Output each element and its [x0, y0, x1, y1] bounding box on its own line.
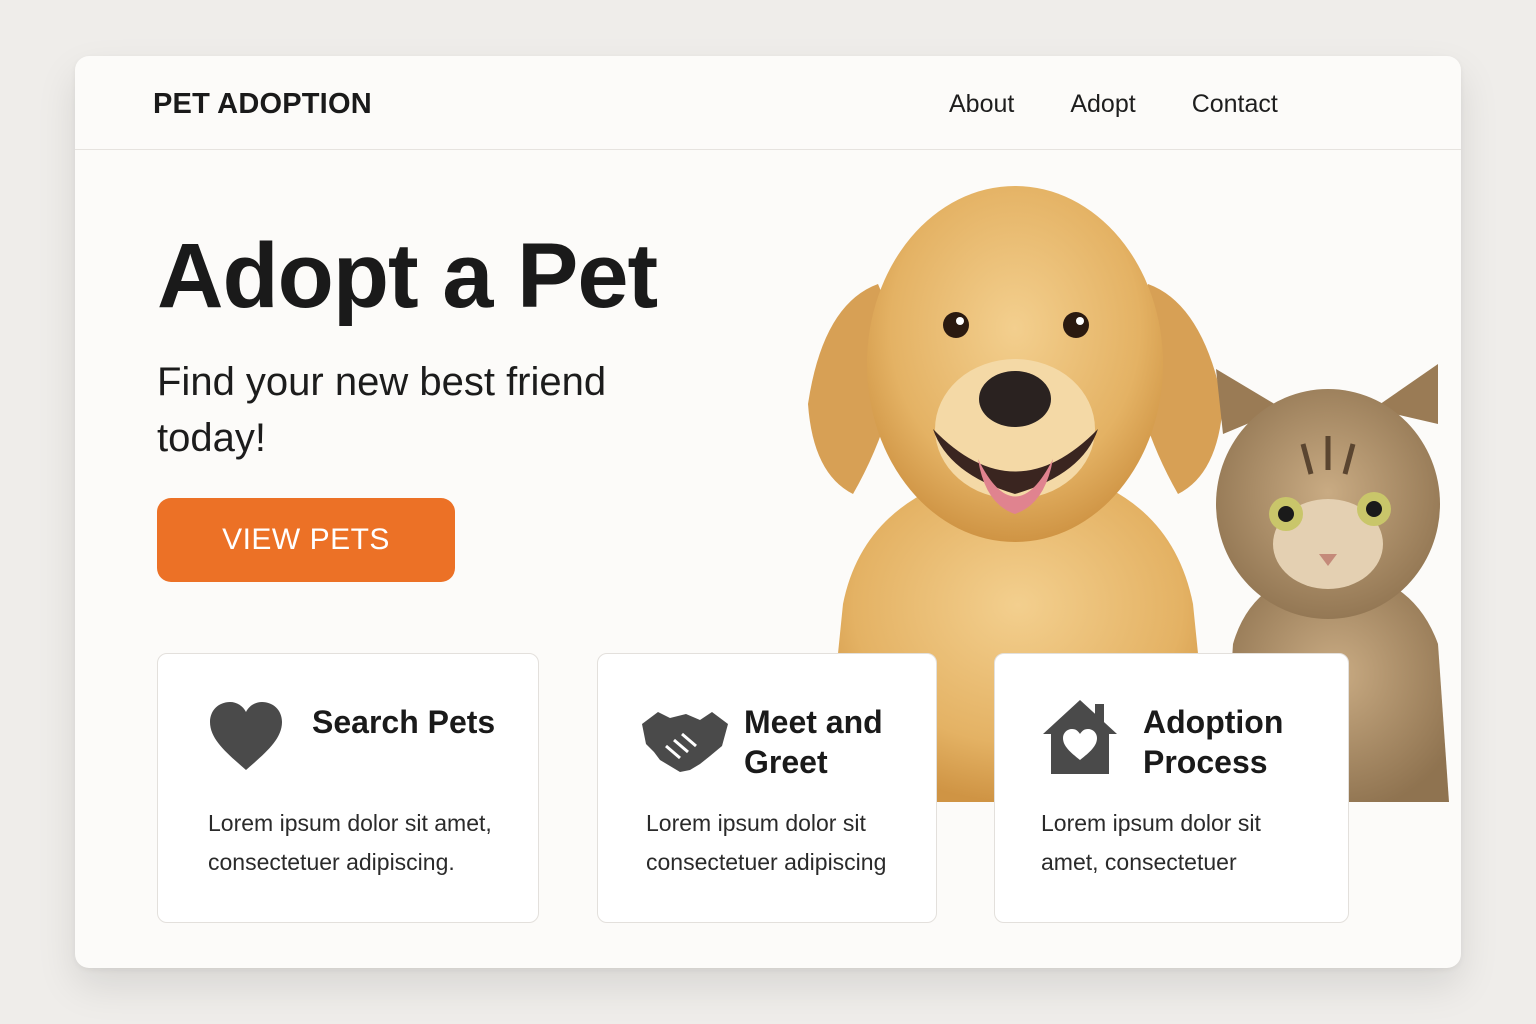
handshake-icon: [642, 712, 728, 772]
card-title: Search Pets: [312, 704, 496, 740]
view-pets-button[interactable]: VIEW PETS: [157, 498, 455, 582]
nav-link-adopt[interactable]: Adopt: [1070, 90, 1135, 119]
feature-card-adoption[interactable]: Adoption Process Lorem ipsum dolor sit a…: [994, 653, 1349, 923]
browser-window: PET ADOPTION About Adopt Contact Adopt a…: [75, 56, 1461, 968]
nav-link-contact[interactable]: Contact: [1192, 90, 1278, 119]
card-title: Adoption Process: [1143, 704, 1284, 780]
main-nav: About Adopt Contact: [949, 90, 1334, 119]
card-description: Lorem ipsum dolor sit consectetuer adipi…: [646, 810, 887, 875]
hero-title: Adopt a Pet: [157, 225, 658, 327]
heart-icon: [210, 702, 282, 770]
nav-link-about[interactable]: About: [949, 90, 1014, 119]
feature-card-meet[interactable]: Meet and Greet Lorem ipsum dolor sit con…: [597, 653, 937, 923]
brand-logo[interactable]: PET ADOPTION: [153, 88, 372, 121]
hero-subtitle: Find your new best friend today!: [157, 360, 607, 460]
card-title: Meet and Greet: [744, 704, 883, 780]
feature-card-search[interactable]: Search Pets Lorem ipsum dolor sit amet, …: [157, 653, 539, 923]
house-heart-icon: [1043, 700, 1117, 774]
top-navbar: PET ADOPTION About Adopt Contact: [75, 56, 1461, 150]
card-description: Lorem ipsum dolor sit amet, consectetuer: [1041, 810, 1261, 875]
card-description: Lorem ipsum dolor sit amet, consectetuer…: [208, 810, 492, 875]
